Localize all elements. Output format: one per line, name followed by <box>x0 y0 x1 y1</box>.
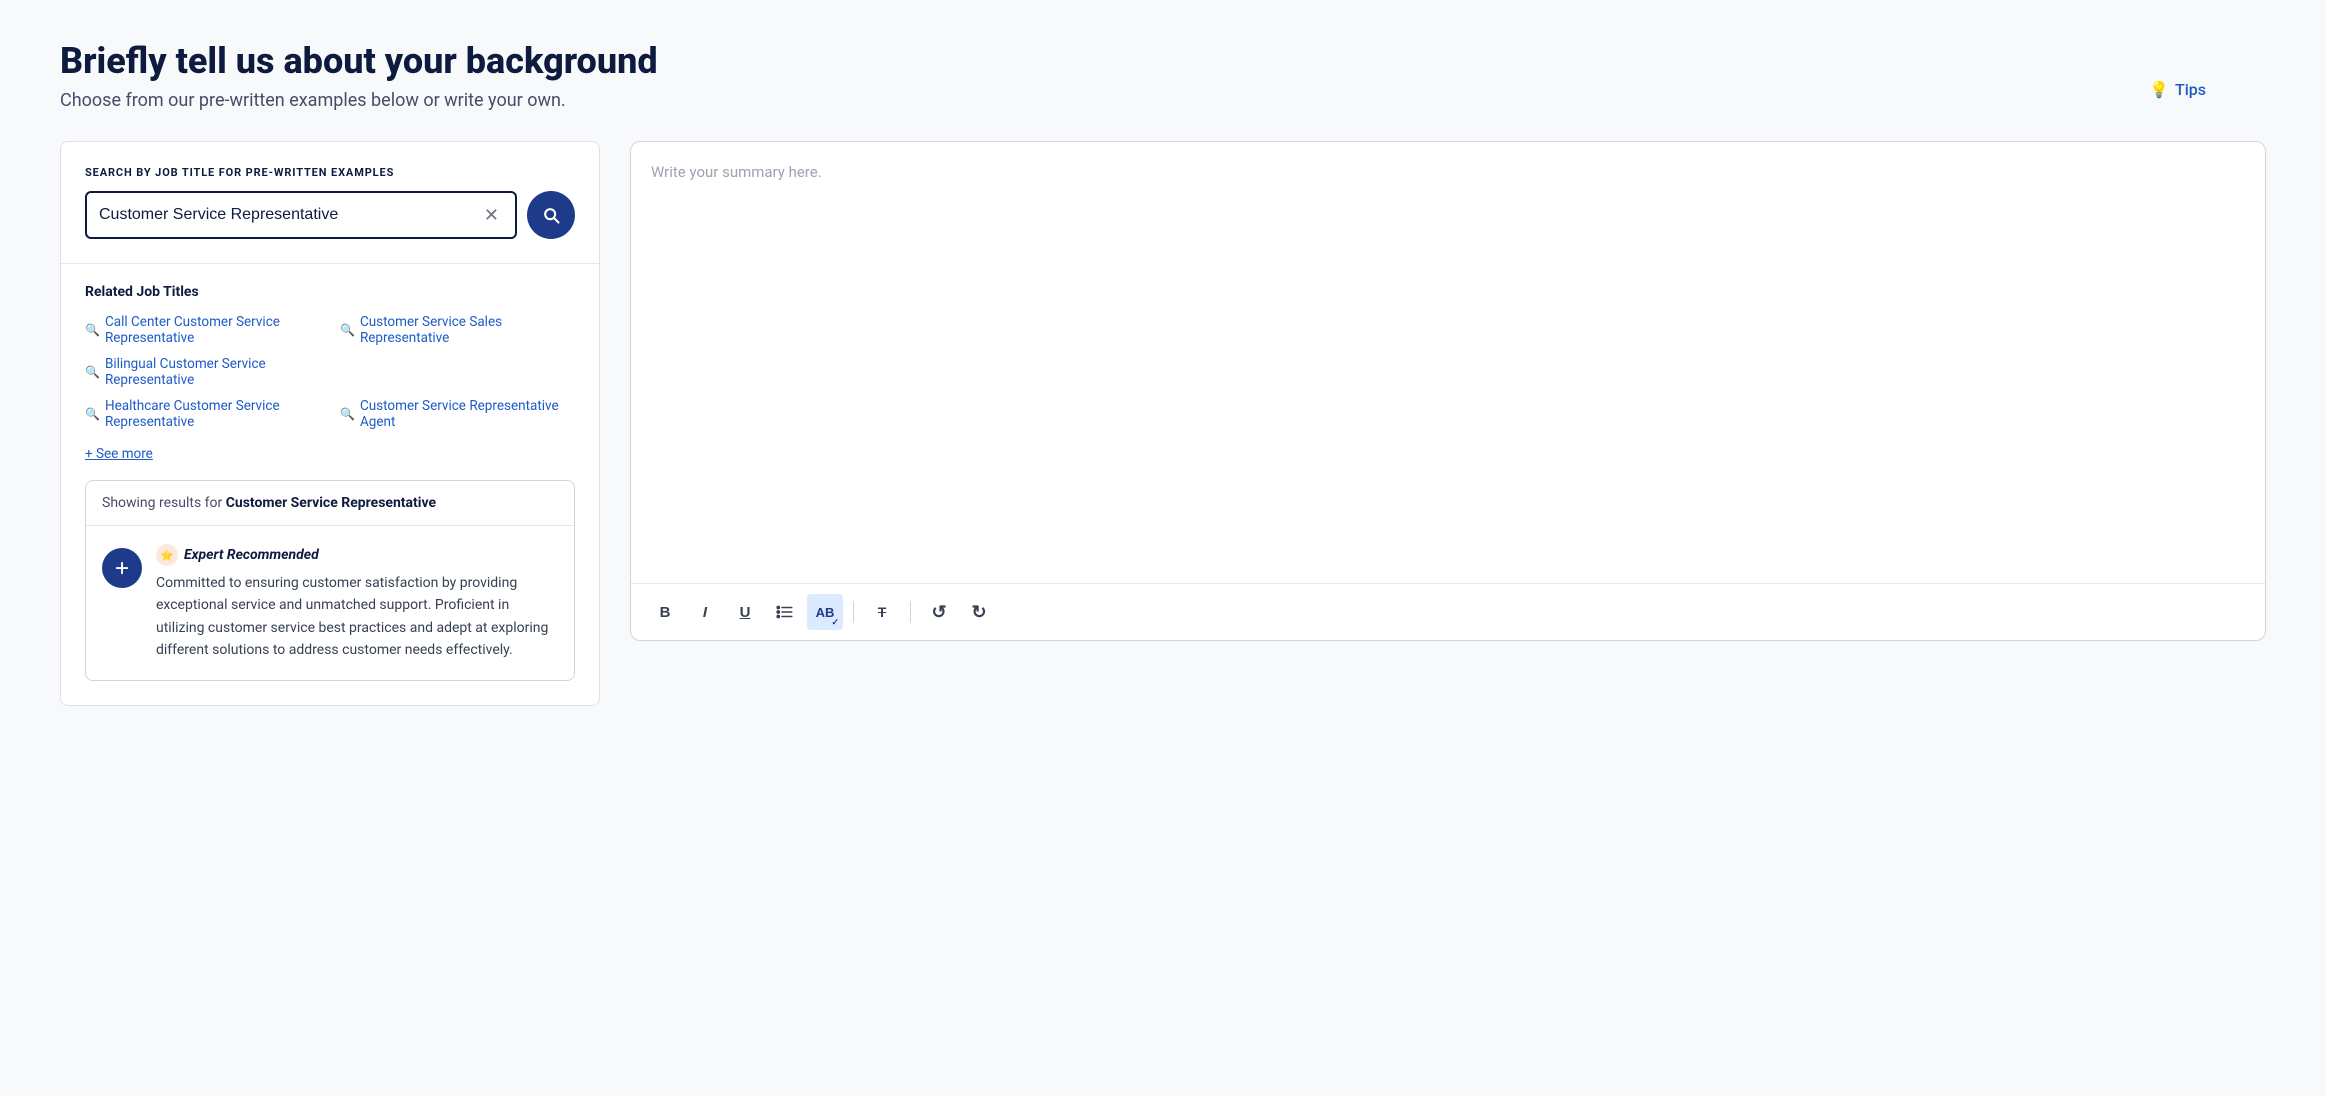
list-button[interactable] <box>767 594 803 630</box>
add-button[interactable] <box>102 548 142 588</box>
search-row: ✕ <box>85 191 575 239</box>
related-link-bilingual[interactable]: 🔍 Bilingual Customer Service Representat… <box>85 356 320 388</box>
related-link-sales[interactable]: 🔍 Customer Service Sales Representative <box>340 314 575 346</box>
undo-button[interactable]: ↺ <box>921 594 957 630</box>
search-input[interactable] <box>99 206 480 224</box>
italic-button[interactable]: I <box>687 594 723 630</box>
expert-label: Expert Recommended <box>184 547 319 563</box>
search-icon <box>541 205 561 225</box>
related-link-healthcare[interactable]: 🔍 Healthcare Customer Service Representa… <box>85 398 320 430</box>
left-panel: SEARCH BY JOB TITLE FOR PRE-WRITTEN EXAM… <box>60 141 600 706</box>
toolbar-divider-2 <box>910 601 911 623</box>
search-section-label: SEARCH BY JOB TITLE FOR PRE-WRITTEN EXAM… <box>85 166 575 179</box>
results-box: Showing results for Customer Service Rep… <box>85 480 575 681</box>
expert-badge: ⭐ Expert Recommended <box>156 544 558 566</box>
result-body-text: Committed to ensuring customer satisfact… <box>156 572 558 662</box>
search-small-icon: 🔍 <box>85 407 100 421</box>
search-input-wrapper: ✕ <box>85 191 517 239</box>
underline-button[interactable]: U <box>727 594 763 630</box>
expert-star-icon: ⭐ <box>156 544 178 566</box>
results-header: Showing results for Customer Service Rep… <box>86 481 574 526</box>
plus-icon <box>113 559 131 577</box>
lightbulb-icon: 💡 <box>2149 80 2169 99</box>
see-more-link[interactable]: + See more <box>85 446 153 462</box>
page-title: Briefly tell us about your background <box>60 40 2266 82</box>
search-small-icon: 🔍 <box>85 323 100 337</box>
search-small-icon: 🔍 <box>340 323 355 337</box>
related-links-grid: 🔍 Call Center Customer Service Represent… <box>85 314 575 430</box>
result-content: ⭐ Expert Recommended Committed to ensuri… <box>156 544 558 662</box>
toolbar-divider <box>853 601 854 623</box>
page-header: Briefly tell us about your background Ch… <box>60 40 2266 111</box>
ab-spellcheck-button[interactable]: AB ✓ <box>807 594 843 630</box>
bold-button[interactable]: B <box>647 594 683 630</box>
editor-placeholder: Write your summary here. <box>651 163 822 181</box>
result-item: ⭐ Expert Recommended Committed to ensuri… <box>86 526 574 680</box>
search-small-icon: 🔍 <box>340 407 355 421</box>
clear-button[interactable]: ✕ <box>480 202 503 228</box>
page-subtitle: Choose from our pre-written examples bel… <box>60 90 2266 111</box>
redo-button[interactable]: ↻ <box>961 594 997 630</box>
related-title: Related Job Titles <box>85 284 575 300</box>
main-layout: SEARCH BY JOB TITLE FOR PRE-WRITTEN EXAM… <box>60 141 2266 706</box>
editor-area[interactable]: Write your summary here. <box>631 142 2265 583</box>
checkmark-icon: ✓ <box>831 617 839 628</box>
list-icon <box>776 603 794 621</box>
divider <box>61 263 599 264</box>
search-button[interactable] <box>527 191 575 239</box>
related-link-call-center[interactable]: 🔍 Call Center Customer Service Represent… <box>85 314 320 346</box>
clear-format-icon: T <box>878 604 887 620</box>
right-panel: Write your summary here. B I U <box>630 141 2266 641</box>
search-small-icon: 🔍 <box>85 365 100 379</box>
related-link-agent[interactable]: 🔍 Customer Service Representative Agent <box>340 398 575 430</box>
clear-format-button[interactable]: T <box>864 594 900 630</box>
tips-link[interactable]: 💡 Tips <box>2149 80 2206 99</box>
editor-toolbar: B I U AB ✓ <box>631 583 2265 640</box>
